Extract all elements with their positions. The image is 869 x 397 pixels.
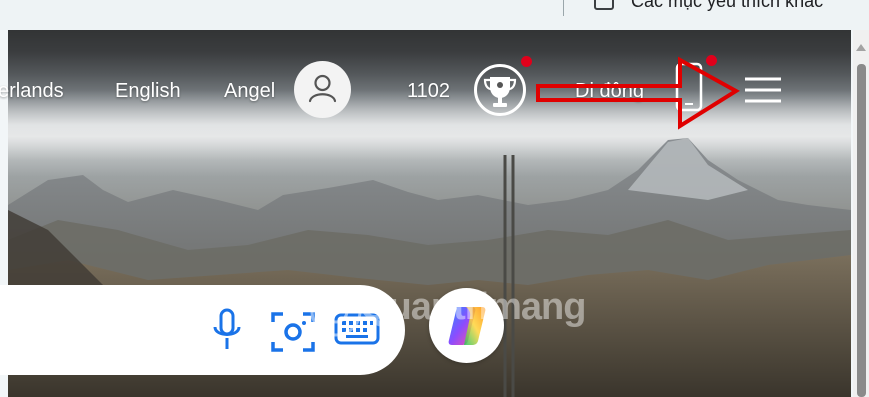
user-name[interactable]: Angel (224, 80, 275, 103)
language-selector[interactable]: English (115, 80, 181, 103)
mobile-notification-dot (706, 55, 717, 66)
avatar-button[interactable] (294, 61, 351, 118)
vertical-scrollbar[interactable] (853, 30, 869, 397)
rewards-button[interactable] (474, 64, 526, 116)
rewards-points[interactable]: 1102 (407, 80, 450, 103)
search-input[interactable] (10, 310, 194, 352)
favorites-bar: Các mục yêu thích khác (0, 0, 869, 30)
mobile-link[interactable]: Di động (575, 80, 644, 103)
region-selector[interactable]: erlands (0, 80, 64, 103)
rewards-notification-dot (521, 56, 532, 67)
hamburger-menu-icon[interactable] (743, 73, 783, 107)
visual-search-icon[interactable] (269, 308, 317, 356)
other-favorites-button[interactable]: Các mục yêu thích khác (631, 0, 823, 12)
favorites-divider (563, 0, 564, 16)
microphone-icon[interactable] (210, 307, 244, 353)
browser-window: Các mục yêu thích khác erlands English A… (0, 0, 869, 397)
user-icon (308, 74, 337, 103)
copilot-button[interactable] (429, 288, 504, 363)
scroll-up-arrow-icon[interactable] (856, 44, 866, 51)
copilot-icon (448, 307, 486, 345)
folder-icon (594, 0, 614, 10)
trophy-icon (483, 77, 517, 107)
scrollbar-thumb[interactable] (857, 64, 866, 397)
phone-icon[interactable] (674, 62, 704, 112)
keyboard-icon[interactable] (334, 312, 380, 346)
